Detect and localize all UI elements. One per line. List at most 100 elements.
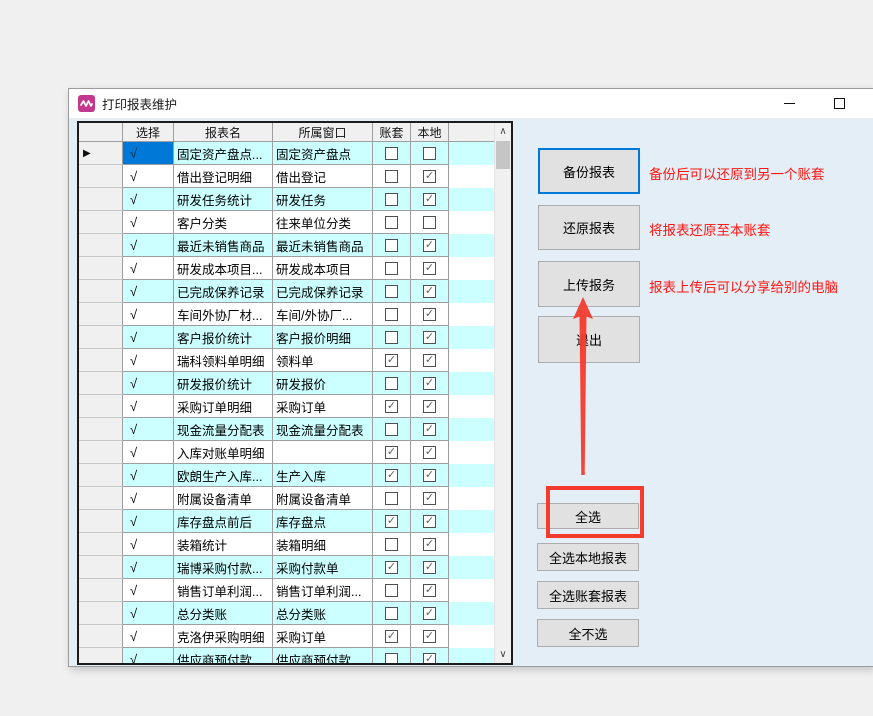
row-header-cell[interactable] (79, 234, 123, 257)
local-checkbox[interactable]: ✓ (423, 239, 436, 252)
select-cell[interactable]: √ (123, 602, 174, 625)
local-checkbox[interactable]: ✓ (423, 193, 436, 206)
row-header-cell[interactable] (79, 349, 123, 372)
local-checkbox[interactable]: ✓ (423, 492, 436, 505)
row-header-cell[interactable]: ▶ (79, 142, 123, 165)
row-header-cell[interactable] (79, 280, 123, 303)
report-name-cell[interactable]: 库存盘点前后 (174, 510, 273, 533)
table-row[interactable]: √车间外协厂材...车间/外协厂...✓ (79, 303, 494, 326)
report-name-cell[interactable]: 供应商预付款... (174, 648, 273, 663)
report-name-cell[interactable]: 瑞科领料单明细 (174, 349, 273, 372)
column-header-owner-window[interactable]: 所属窗口 (273, 123, 373, 142)
account-set-checkbox[interactable] (385, 170, 398, 183)
row-header-cell[interactable] (79, 579, 123, 602)
row-header-cell[interactable] (79, 487, 123, 510)
table-row[interactable]: √瑞博采购付款...采购付款单✓✓ (79, 556, 494, 579)
owner-window-cell[interactable]: 最近未销售商品 (273, 234, 373, 257)
local-checkbox[interactable]: ✓ (423, 538, 436, 551)
account-set-checkbox[interactable] (385, 607, 398, 620)
row-header-cell[interactable] (79, 326, 123, 349)
report-name-cell[interactable]: 装箱统计 (174, 533, 273, 556)
table-row[interactable]: √现金流量分配表现金流量分配表✓ (79, 418, 494, 441)
local-checkbox[interactable]: ✓ (423, 607, 436, 620)
upload-report-button[interactable]: 上传报务 (538, 261, 640, 307)
table-row[interactable]: √瑞科领料单明细领料单 ✓ ✓ (79, 349, 494, 372)
local-checkbox[interactable]: ✓ (423, 170, 436, 183)
exit-button[interactable]: 退出 (538, 316, 640, 363)
table-row[interactable]: √供应商预付款...供应商预付款✓ (79, 648, 494, 663)
report-name-cell[interactable]: 克洛伊采购明细 (174, 625, 273, 648)
account-set-checkbox[interactable] (385, 584, 398, 597)
scroll-down-icon[interactable]: ∨ (495, 646, 511, 663)
account-set-checkbox[interactable]: ✓ (385, 400, 398, 413)
row-header-cell[interactable] (79, 257, 123, 280)
report-name-cell[interactable]: 瑞博采购付款... (174, 556, 273, 579)
table-row[interactable]: √销售订单利润...销售订单利润...✓ (79, 579, 494, 602)
table-row[interactable]: √研发成本项目...研发成本项目✓ (79, 257, 494, 280)
select-all-account-button[interactable]: 全选账套报表 (537, 581, 639, 609)
select-all-local-button[interactable]: 全选本地报表 (537, 543, 639, 571)
owner-window-cell[interactable]: 附属设备清单 (273, 487, 373, 510)
account-set-checkbox[interactable] (385, 538, 398, 551)
account-set-checkbox[interactable]: ✓ (385, 469, 398, 482)
row-header-cell[interactable] (79, 303, 123, 326)
owner-window-cell[interactable]: 总分类账 (273, 602, 373, 625)
local-checkbox[interactable]: ✓ (423, 630, 436, 643)
select-cell[interactable]: √ (123, 234, 174, 257)
report-name-cell[interactable]: 客户报价统计 (174, 326, 273, 349)
vertical-scrollbar[interactable]: ∧ ∨ (494, 123, 511, 663)
report-name-cell[interactable]: 车间外协厂材... (174, 303, 273, 326)
report-name-cell[interactable]: 附属设备清单 (174, 487, 273, 510)
select-cell[interactable]: √ (123, 349, 174, 372)
owner-window-cell[interactable]: 客户报价明细 (273, 326, 373, 349)
scrollbar-thumb[interactable] (496, 141, 510, 169)
local-checkbox[interactable]: ✓ (423, 469, 436, 482)
account-set-checkbox[interactable] (385, 147, 398, 160)
select-none-button[interactable]: 全不选 (537, 619, 639, 647)
maximize-button[interactable] (819, 89, 859, 118)
table-row[interactable]: √已完成保养记录已完成保养记录✓ (79, 280, 494, 303)
select-cell[interactable]: √ (123, 625, 174, 648)
local-checkbox[interactable]: ✓ (423, 515, 436, 528)
account-set-checkbox[interactable]: ✓ (385, 561, 398, 574)
select-cell[interactable]: √ (123, 464, 174, 487)
account-set-checkbox[interactable]: ✓ (385, 354, 398, 367)
owner-window-cell[interactable]: 采购付款单 (273, 556, 373, 579)
table-row[interactable]: √克洛伊采购明细采购订单✓✓ (79, 625, 494, 648)
table-row[interactable]: √客户报价统计客户报价明细✓ (79, 326, 494, 349)
owner-window-cell[interactable]: 车间/外协厂... (273, 303, 373, 326)
report-name-cell[interactable]: 采购订单明细 (174, 395, 273, 418)
account-set-checkbox[interactable] (385, 331, 398, 344)
table-row[interactable]: √欧朗生产入库...生产入库✓✓ (79, 464, 494, 487)
scroll-up-icon[interactable]: ∧ (495, 123, 511, 140)
select-cell[interactable]: √ (123, 418, 174, 441)
row-header-cell[interactable] (79, 464, 123, 487)
account-set-checkbox[interactable] (385, 653, 398, 664)
report-name-cell[interactable]: 研发任务统计 (174, 188, 273, 211)
table-row[interactable]: √借出登记明细借出登记✓ (79, 165, 494, 188)
local-checkbox[interactable]: ✓ (423, 423, 436, 436)
owner-window-cell[interactable]: 装箱明细 (273, 533, 373, 556)
select-cell[interactable]: √ (123, 142, 174, 165)
owner-window-cell[interactable]: 生产入库 (273, 464, 373, 487)
select-cell[interactable]: √ (123, 211, 174, 234)
local-checkbox[interactable]: ✓ (423, 377, 436, 390)
report-name-cell[interactable]: 借出登记明细 (174, 165, 273, 188)
owner-window-cell[interactable]: 领料单 (273, 349, 373, 372)
account-set-checkbox[interactable]: ✓ (385, 446, 398, 459)
report-name-cell[interactable]: 研发报价统计 (174, 372, 273, 395)
owner-window-cell[interactable]: 研发报价 (273, 372, 373, 395)
owner-window-cell[interactable]: 采购订单 (273, 625, 373, 648)
select-cell[interactable]: √ (123, 533, 174, 556)
account-set-checkbox[interactable] (385, 262, 398, 275)
owner-window-cell[interactable]: 库存盘点 (273, 510, 373, 533)
table-row[interactable]: √附属设备清单附属设备清单✓ (79, 487, 494, 510)
local-checkbox[interactable]: ✓ (423, 584, 436, 597)
local-checkbox[interactable]: ✓ (423, 354, 436, 367)
row-header-cell[interactable] (79, 602, 123, 625)
owner-window-cell[interactable]: 研发任务 (273, 188, 373, 211)
account-set-checkbox[interactable] (385, 285, 398, 298)
account-set-checkbox[interactable] (385, 308, 398, 321)
row-header-cell[interactable] (79, 648, 123, 663)
table-row[interactable]: √采购订单明细采购订单✓✓ (79, 395, 494, 418)
